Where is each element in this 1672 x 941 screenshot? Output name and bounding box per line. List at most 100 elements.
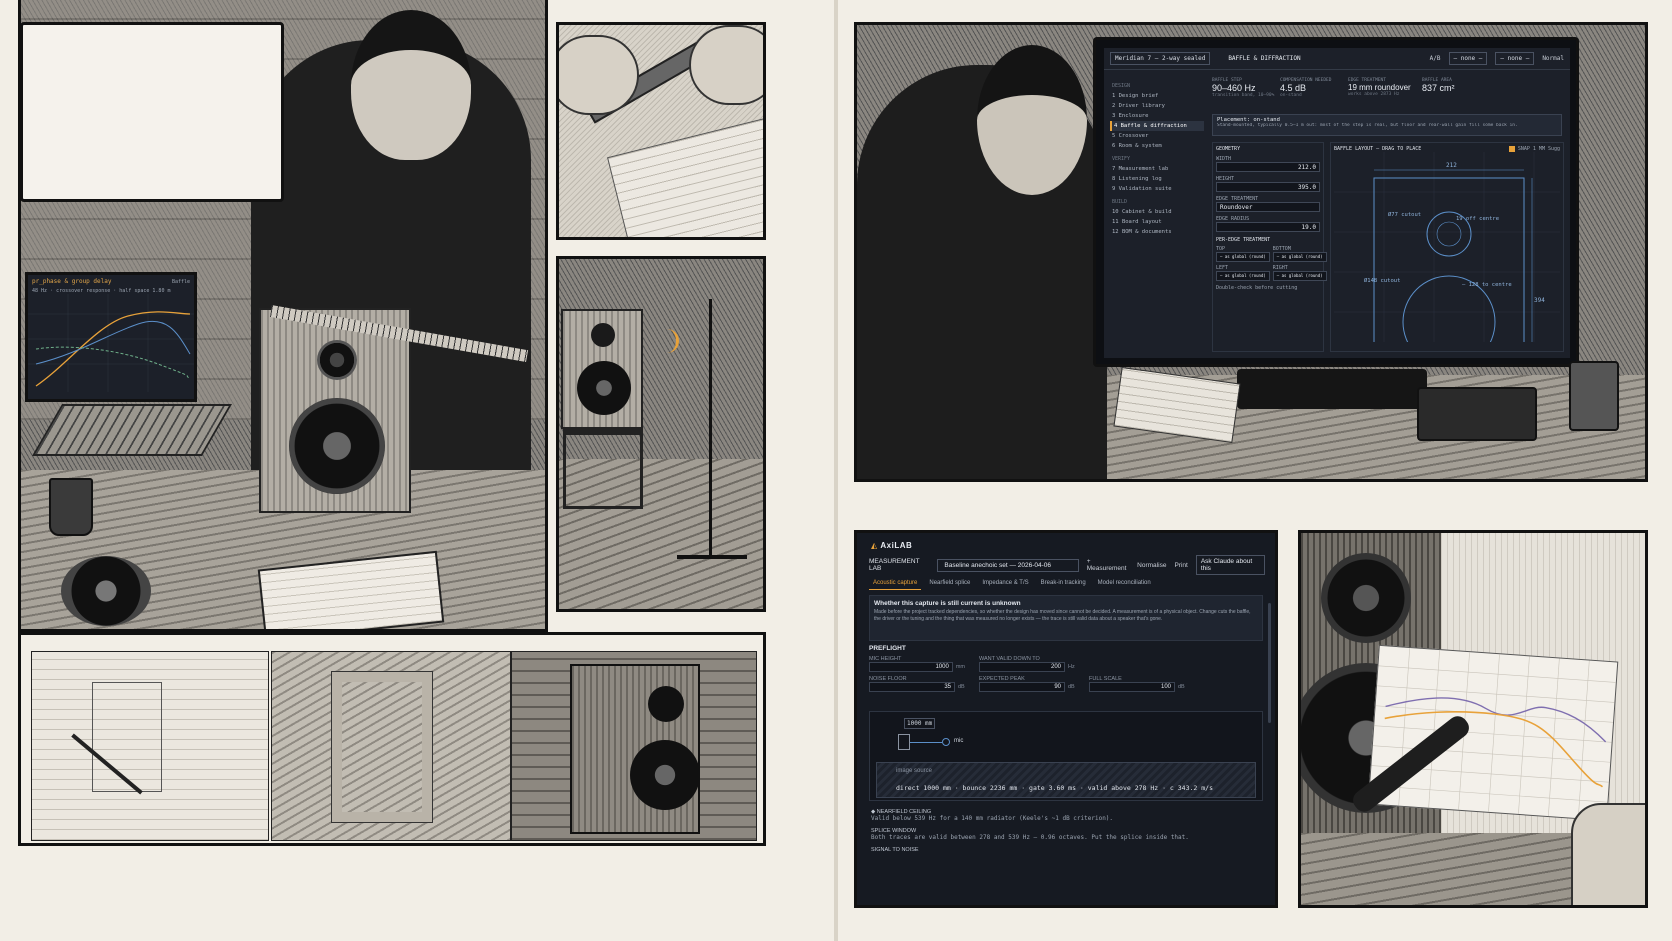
coffee-mug-icon <box>49 478 93 536</box>
cup-icon <box>1569 361 1619 431</box>
process-step-frame <box>271 651 511 841</box>
tab-break-in[interactable]: Break-in tracking <box>1037 578 1090 590</box>
sidebar-item-num: 6 <box>1112 143 1116 149</box>
laptop-tab[interactable]: Baffle <box>168 279 194 285</box>
note-text: Valid below 539 Hz for a 140 mm radiator… <box>871 815 1114 822</box>
sidebar-item-baffle[interactable]: 4 Baffle & diffraction <box>1110 121 1204 131</box>
edge-left-select[interactable]: — as global (round) <box>1216 271 1270 281</box>
man-at-monitor-head <box>977 45 1087 195</box>
ask-claude-button[interactable]: Ask Claude about this <box>1195 555 1265 575</box>
mic-diagram: 1000 mm mic image source direct 1000 mm … <box>869 711 1263 801</box>
sidebar-group-verify: VERIFY <box>1112 156 1131 162</box>
sidebar-item-num: 9 <box>1112 186 1116 192</box>
placement-note: Placement: on-stand Stand-mounted, typic… <box>1212 114 1562 136</box>
sidebar-item-measurement[interactable]: 7 Measurement lab <box>1110 164 1204 174</box>
noise-floor-input[interactable]: 35 <box>869 682 955 692</box>
full-scale-input[interactable]: 100 <box>1089 682 1175 692</box>
note-title: SIGNAL TO NOISE <box>871 847 919 853</box>
snap-label: SNAP 1 MM <box>1517 146 1545 152</box>
dim-height-text: 394 <box>1534 297 1545 304</box>
sketch-cabinet <box>92 682 162 792</box>
measurement-set-select[interactable]: Baseline anechoic set — 2026-04-06 <box>937 558 1079 572</box>
want-valid-unit: Hz <box>1068 664 1075 670</box>
test-speaker-icon <box>561 309 643 429</box>
sidebar-item-num: 7 <box>1112 166 1116 172</box>
ab-select-a[interactable]: — none — <box>1448 52 1488 65</box>
print-button[interactable]: Print <box>1174 562 1187 569</box>
tab-nearfield-splice[interactable]: Nearfield splice <box>925 578 974 590</box>
geometry-title: GEOMETRY <box>1216 146 1241 152</box>
sidebar-item-listening[interactable]: 8 Listening log <box>1110 174 1204 184</box>
expected-peak-unit: dB <box>1068 684 1075 690</box>
monitor-stand <box>1237 369 1427 409</box>
mic-tripod <box>677 555 747 559</box>
edge-bottom-select[interactable]: — as global (round) <box>1272 252 1327 262</box>
sidebar-item-num: 12 <box>1112 229 1119 235</box>
measurement-app: ◭ AxiLAB MEASUREMENT LAB Baseline anecho… <box>857 533 1275 905</box>
warning-title: Whether this capture is still current is… <box>874 600 1021 607</box>
sidebar-item-bom[interactable]: 12 BOM & documents <box>1110 227 1204 237</box>
expected-peak-input[interactable]: 90 <box>979 682 1065 692</box>
edge-treatment-select[interactable]: Roundover <box>1216 202 1320 212</box>
app-tabs: Acoustic capture Nearfield splice Impeda… <box>869 578 1265 590</box>
sidebar-item-num: 2 <box>1112 103 1116 109</box>
mic-label: mic <box>954 738 964 744</box>
mic-stand-icon <box>709 299 712 559</box>
suggest-button[interactable]: Sugg <box>1548 146 1560 152</box>
sidebar-item-crossover[interactable]: 5 Crossover <box>1110 131 1204 141</box>
preflight-section: PREFLIGHT MIC HEIGHT 1000 mm WANT VALID D… <box>869 645 1263 692</box>
height-input[interactable]: 395.0 <box>1216 182 1320 192</box>
woofer-icon <box>289 398 385 494</box>
stat-baffle-area: BAFFLE AREA 837 cm² <box>1422 78 1486 93</box>
printout-graph <box>1370 647 1616 819</box>
baffle-layout-drawing[interactable]: 212 394 Ø77 cutout 19 off centre Ø148 cu… <box>1334 152 1560 342</box>
app-brand-text: AxiLAB <box>880 541 913 550</box>
stat-edge-treatment: EDGE TREATMENT 19 mm roundover works abo… <box>1348 78 1418 97</box>
normalise-button[interactable]: Normalise <box>1137 562 1166 569</box>
tweeter-cutout-label: Ø77 cutout <box>1388 211 1421 218</box>
stat-extra: works above 2873 Hz <box>1348 92 1400 97</box>
panel-build-process <box>18 632 766 846</box>
distance-line <box>910 742 942 743</box>
tweeter-center-label: 19 off centre <box>1456 216 1499 222</box>
sidebar-item-design-brief[interactable]: 1 Design brief <box>1110 91 1204 101</box>
man-head <box>351 10 471 160</box>
sidebar-item-driver-library[interactable]: 2 Driver library <box>1110 101 1204 111</box>
note-splice: SPLICE WINDOW Both traces are valid betw… <box>871 828 1261 841</box>
edge-right-select[interactable]: — as global (round) <box>1272 271 1327 281</box>
audio-interface-icon <box>1417 387 1537 441</box>
app-scrollbar[interactable] <box>1268 603 1271 723</box>
sidebar-item-validation[interactable]: 9 Validation suite <box>1110 184 1204 194</box>
baffle-layout-panel: BAFFLE LAYOUT — DRAG TO PLACE SNAP 1 MM … <box>1330 142 1564 352</box>
woofer-cutout-label: Ø148 cutout <box>1364 277 1400 284</box>
edge-top-select[interactable]: — as global (round) <box>1216 252 1270 262</box>
laptop-curve-blue <box>35 320 191 365</box>
edge-radius-input[interactable]: 19.0 <box>1216 222 1320 232</box>
tab-impedance[interactable]: Impedance & T/S <box>978 578 1032 590</box>
tweeter-icon <box>648 686 684 722</box>
want-valid-input[interactable]: 200 <box>979 662 1065 672</box>
laptop-screen: pr_phase & group delay Baffle 48 Hz · cr… <box>25 272 197 402</box>
snap-checkbox[interactable] <box>1508 146 1515 152</box>
warning-text: Made before the project tracked dependen… <box>874 609 1251 622</box>
tab-model-reconciliation[interactable]: Model reconciliation <box>1094 578 1155 590</box>
laptop-subheader: 48 Hz · crossover response · half space … <box>32 288 171 294</box>
panel-measurement-app: ◭ AxiLAB MEASUREMENT LAB Baseline anecho… <box>854 530 1278 908</box>
layout-title: BAFFLE LAYOUT — DRAG TO PLACE <box>1334 146 1422 152</box>
mic-height-input[interactable]: 1000 <box>869 662 953 672</box>
sidebar-item-board[interactable]: 11 Board layout <box>1110 217 1204 227</box>
geometry-footer: Double-check before cutting <box>1216 285 1298 291</box>
panel-monitor: Meridian 7 — 2-way sealed BAFFLE & DIFFR… <box>854 22 1648 482</box>
sidebar-item-num: 3 <box>1112 113 1116 119</box>
sidebar-item-label: Cabinet & build <box>1121 209 1172 215</box>
normal-button[interactable]: Normal <box>1542 55 1564 62</box>
sidebar-item-enclosure[interactable]: 3 Enclosure <box>1110 111 1204 121</box>
width-input[interactable]: 212.0 <box>1216 162 1320 172</box>
tab-acoustic-capture[interactable]: Acoustic capture <box>869 578 922 590</box>
project-select[interactable]: Meridian 7 — 2-way sealed <box>1110 52 1211 65</box>
ab-select-b[interactable]: — none — <box>1495 52 1535 65</box>
sidebar-item-room[interactable]: 6 Room & system <box>1110 141 1204 151</box>
sidebar-item-cabinet[interactable]: 10 Cabinet & build <box>1110 207 1204 217</box>
add-measurement-link[interactable]: + Measurement <box>1087 558 1129 572</box>
speaker-cabinet <box>259 308 411 513</box>
